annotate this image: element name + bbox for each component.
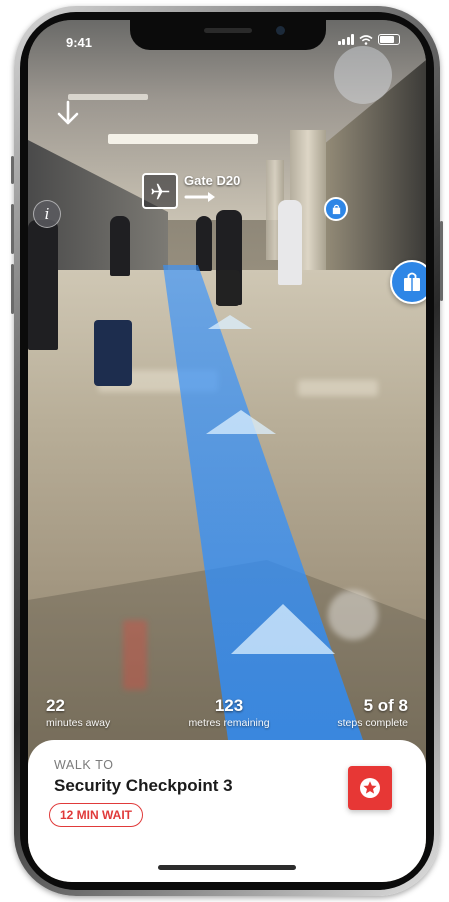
status-icons	[337, 34, 400, 45]
volume-button	[11, 156, 14, 184]
floor-reflection	[298, 380, 378, 396]
wifi-icon	[359, 34, 373, 45]
stat-value: 22	[46, 696, 65, 715]
stat-metres-remaining: 123 metres remaining	[178, 696, 280, 729]
speaker-grille	[204, 28, 252, 33]
destination-card[interactable]: WALK TO Security Checkpoint 3 12 MIN WAI…	[28, 740, 426, 882]
notch	[130, 20, 326, 50]
cellular-signal-icon	[337, 34, 354, 45]
back-arrow-icon[interactable]	[53, 98, 83, 128]
front-camera	[276, 26, 285, 35]
ceiling-light	[108, 134, 258, 144]
wait-time-badge: 12 MIN WAIT	[49, 803, 144, 827]
stat-steps-complete: 5 of 8 steps complete	[337, 696, 408, 729]
stat-label: minutes away	[46, 717, 111, 729]
power-button	[440, 221, 443, 301]
trip-stats: 22 minutes away 123 metres remaining 5 o…	[28, 696, 426, 736]
security-checkpoint-button[interactable]	[348, 766, 392, 810]
suitcase	[94, 320, 132, 386]
phone-frame: 9:41 i Gate D20 22 minutes away 123 metr…	[11, 6, 443, 896]
gate-marker[interactable]: Gate D20	[142, 173, 240, 209]
volume-button	[11, 204, 14, 254]
traveler	[110, 216, 130, 276]
arrow-right-icon	[184, 192, 215, 202]
shopping-bag-icon[interactable]	[390, 260, 426, 304]
traveler	[196, 216, 212, 271]
floor-reflection	[123, 620, 147, 690]
gate-info: Gate D20	[184, 173, 240, 209]
volume-button	[11, 264, 14, 314]
screen: 9:41 i Gate D20 22 minutes away 123 metr…	[28, 20, 426, 882]
stat-label: metres remaining	[188, 717, 270, 729]
traveler	[278, 200, 302, 285]
suitcase	[216, 270, 240, 306]
stat-value: 5 of 8	[363, 696, 408, 715]
floor-reflection	[328, 590, 378, 640]
gate-label: Gate D20	[184, 173, 241, 188]
traveler	[28, 220, 58, 350]
stat-minutes-away: 22 minutes away	[46, 696, 110, 729]
stat-value: 123	[214, 696, 244, 715]
card-eyebrow: WALK TO	[54, 758, 114, 772]
shopping-bag-icon[interactable]	[324, 197, 348, 221]
destination-title: Security Checkpoint 3	[54, 776, 233, 795]
plane-icon	[142, 173, 178, 209]
stat-label: steps complete	[337, 717, 408, 729]
battery-icon	[378, 34, 400, 45]
status-time: 9:41	[66, 35, 93, 50]
home-indicator[interactable]	[158, 865, 296, 870]
security-badge-icon	[360, 778, 380, 798]
info-icon[interactable]: i	[33, 200, 61, 228]
